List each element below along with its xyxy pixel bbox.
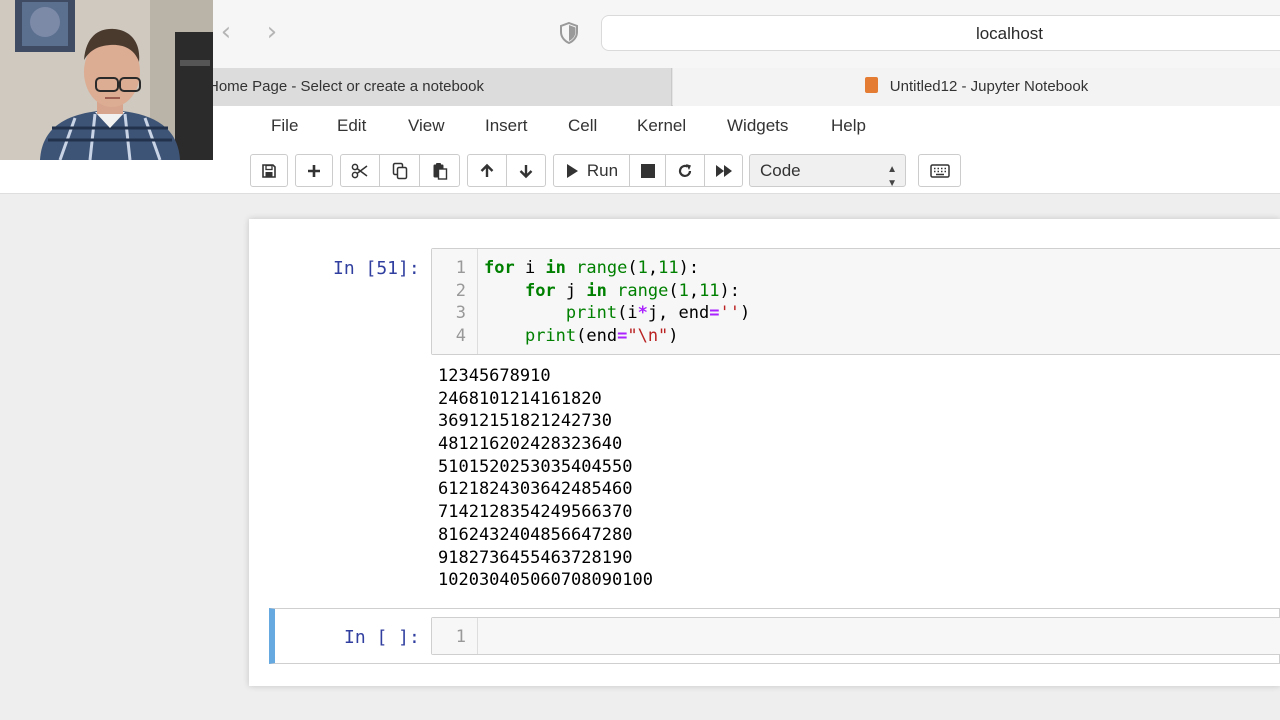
menu-kernel[interactable]: Kernel <box>637 106 686 148</box>
back-icon[interactable]: ‹ <box>212 18 240 46</box>
address-bar[interactable]: localhost <box>601 15 1280 51</box>
screen: ‹ › localhost Home Page - Select or crea… <box>0 0 1280 720</box>
stop-icon <box>640 163 655 178</box>
webcam-overlay <box>0 0 213 160</box>
copy-icon <box>392 162 407 179</box>
code-line: for j in range(1,11): <box>524 281 741 301</box>
restart-run-all-button[interactable] <box>704 154 743 187</box>
run-label: Run <box>586 160 619 180</box>
insert-cell-button[interactable] <box>295 154 333 187</box>
output-line: 36912151821242730 <box>438 411 612 432</box>
scissors-icon <box>351 163 368 178</box>
menu-help[interactable]: Help <box>831 106 866 148</box>
move-down-button[interactable] <box>506 154 546 187</box>
output-line: 7142128354249566370 <box>438 502 633 523</box>
menu-insert[interactable]: Insert <box>485 106 528 148</box>
play-icon <box>566 163 578 178</box>
output-line: 12345678910 <box>438 366 551 386</box>
save-button[interactable] <box>250 154 288 187</box>
cell-output: 12345678910 2468101214161820 36912151821… <box>438 365 653 592</box>
save-icon <box>262 163 276 178</box>
restart-icon <box>678 163 692 177</box>
run-button[interactable]: Run <box>553 154 630 187</box>
code-editor[interactable]: 1 2 3 4 for i in range(1,11): for j in r… <box>431 248 1280 355</box>
menu-file[interactable]: File <box>271 106 298 148</box>
line-number: 1 <box>455 258 466 278</box>
select-caret-icon: ▲ ▼ <box>887 164 897 189</box>
menu-edit[interactable]: Edit <box>337 106 366 148</box>
tab-label: Home Page - Select or create a notebook <box>208 78 484 95</box>
line-gutter: 1 2 3 4 <box>432 249 478 354</box>
tab-untitled12[interactable]: Untitled12 - Jupyter Notebook <box>673 68 1280 106</box>
forward-icon[interactable]: › <box>258 18 286 46</box>
code-line: print(end="\n") <box>524 326 679 346</box>
output-line: 5101520253035404550 <box>438 456 633 477</box>
cell-type-value: Code <box>760 161 801 180</box>
code-editor-empty[interactable]: 1 <box>431 617 1280 655</box>
notebook-icon <box>864 77 878 94</box>
tab-label: Untitled12 - Jupyter Notebook <box>889 78 1089 95</box>
arrow-up-icon <box>480 163 494 177</box>
menu-widgets[interactable]: Widgets <box>727 106 788 148</box>
output-line: 2468101214161820 <box>438 388 602 409</box>
output-line: 8162432404856647280 <box>438 524 633 545</box>
fast-forward-icon <box>715 164 732 177</box>
plus-icon <box>308 164 320 177</box>
command-palette-button[interactable] <box>918 154 961 187</box>
url-text: localhost <box>975 24 1044 43</box>
line-number: 1 <box>455 627 466 647</box>
cell-type-select[interactable]: Code ▲ ▼ <box>749 154 906 189</box>
output-line: 102030405060708090100 <box>438 570 653 591</box>
line-gutter: 1 <box>432 618 478 654</box>
line-number: 2 <box>455 281 466 301</box>
copy-button[interactable] <box>379 154 420 187</box>
keyboard-icon <box>929 163 950 178</box>
line-number: 4 <box>455 326 466 346</box>
restart-button[interactable] <box>665 154 705 187</box>
code-line: for i in range(1,11): <box>484 258 700 278</box>
shield-icon[interactable] <box>559 22 579 44</box>
menu-cell[interactable]: Cell <box>568 106 597 148</box>
move-up-button[interactable] <box>467 154 507 187</box>
output-line: 9182736455463728190 <box>438 547 633 568</box>
paste-icon <box>433 162 447 180</box>
input-prompt: In [ ]: <box>344 627 420 648</box>
arrow-down-icon <box>519 164 533 178</box>
cut-button[interactable] <box>340 154 380 187</box>
presenter-video <box>0 0 213 160</box>
paste-button[interactable] <box>419 154 460 187</box>
code-line: print(i*j, end='') <box>565 303 751 323</box>
line-number: 3 <box>455 303 466 323</box>
menu-view[interactable]: View <box>408 106 445 148</box>
interrupt-button[interactable] <box>629 154 666 187</box>
output-line: 481216202428323640 <box>438 434 623 455</box>
input-prompt: In [51]: <box>333 258 420 279</box>
output-line: 6121824303642485460 <box>438 479 633 500</box>
